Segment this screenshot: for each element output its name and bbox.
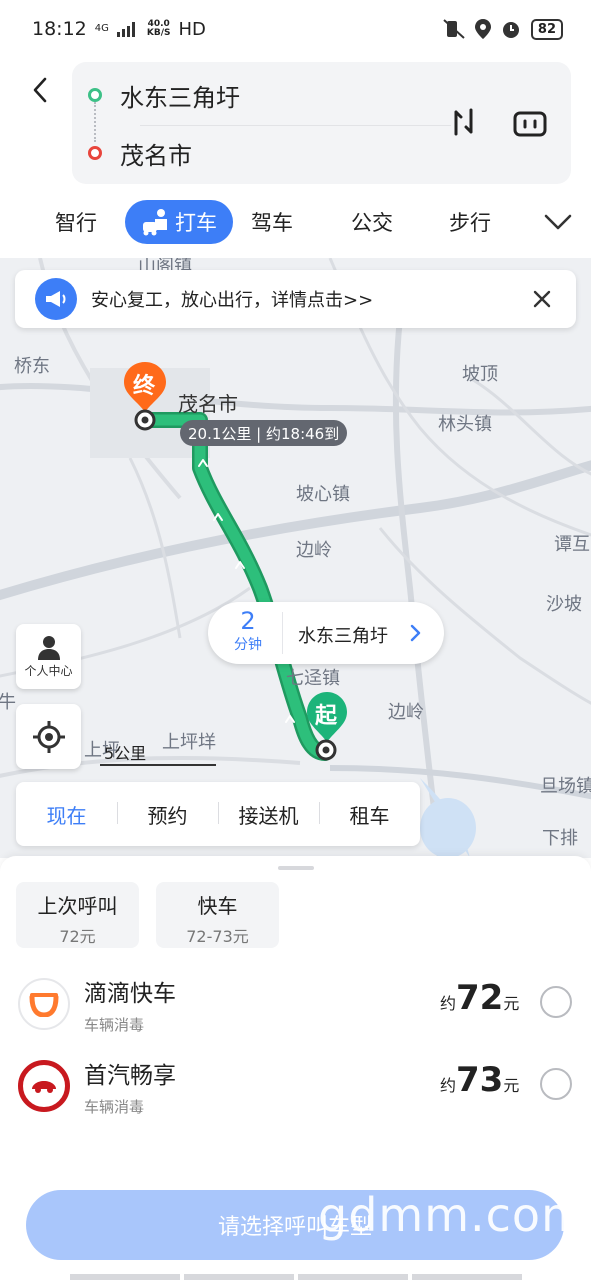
more-modes-button[interactable] xyxy=(534,200,582,244)
express-price: 72-73元 xyxy=(186,927,249,946)
route-card: 水东三角圩 茂名市 xyxy=(72,62,571,184)
map-label-tanhu: 谭互 xyxy=(554,534,590,555)
eta-place: 水东三角圩 xyxy=(298,626,388,647)
car-price: 约73元 xyxy=(440,1060,520,1100)
eta-divider xyxy=(282,612,283,654)
map-label-qijing: 七迳镇 xyxy=(286,668,340,689)
taxi-person-icon xyxy=(143,209,167,236)
notice-text: 安心复工，放心出行，详情点击>> xyxy=(91,290,374,311)
megaphone-icon xyxy=(35,278,77,320)
destination-text: 茂名市 xyxy=(120,141,192,170)
eta-unit: 分钟 xyxy=(234,637,262,653)
chevron-down-icon xyxy=(544,214,572,230)
status-time: 18:12 xyxy=(32,18,87,40)
map-label-danchang: 旦场镇 xyxy=(540,776,591,797)
tab-bus[interactable]: 公交 xyxy=(336,200,408,244)
swap-route-button[interactable] xyxy=(444,102,484,142)
map-label-shapo: 沙坡 xyxy=(546,594,582,615)
origin-text: 水东三角圩 xyxy=(120,83,240,112)
car-name: 滴滴快车 xyxy=(84,981,176,1007)
distance-pill: 20.1公里 | 约18:46到 xyxy=(180,420,348,446)
sheet-handle[interactable] xyxy=(278,866,314,870)
map-label-poding: 坡顶 xyxy=(462,364,498,385)
hd-badge: HD xyxy=(178,18,206,40)
car-tag: 车辆消毒 xyxy=(84,1016,145,1034)
tab-taxi[interactable]: 打车 xyxy=(125,200,233,244)
last-call-card[interactable]: 上次呼叫 72元 xyxy=(16,882,139,948)
close-icon xyxy=(533,290,551,308)
mode-tabs: 智行 打车 驾车 公交 步行 xyxy=(0,196,591,248)
eta-number: 2 xyxy=(240,607,256,635)
eta-bubble[interactable]: 2 分钟 水东三角圩 xyxy=(208,602,444,664)
back-button[interactable] xyxy=(22,70,58,110)
map-label-lintou: 林头镇 xyxy=(438,414,492,435)
car-tag: 车辆消毒 xyxy=(84,1098,145,1116)
destination-field[interactable]: 茂名市 xyxy=(72,124,432,182)
chevron-left-icon xyxy=(33,77,47,103)
net-speed: 40.0 KB/S xyxy=(146,19,171,38)
chevron-right-icon xyxy=(410,624,421,642)
map-label-niu: 牛 xyxy=(0,692,16,713)
select-radio[interactable] xyxy=(540,1068,572,1100)
map-view[interactable]: 山阁镇 桥东 坡顶 林头镇 坡心镇 边岭 谭互 沙坡 七迳镇 边岭 上坪 上坪垟… xyxy=(0,258,591,858)
personal-center-label: 个人中心 xyxy=(24,664,73,678)
car-name: 首汽畅享 xyxy=(84,1063,176,1089)
map-scale: 5公里 xyxy=(100,740,216,766)
tab-rent-car[interactable]: 租车 xyxy=(319,800,420,829)
notice-close-button[interactable] xyxy=(530,287,554,311)
tab-walk[interactable]: 步行 xyxy=(434,200,506,244)
network-type: 4G xyxy=(94,23,109,34)
user-icon xyxy=(37,636,60,660)
personal-center-button[interactable]: 个人中心 xyxy=(16,624,81,689)
car-option-didi[interactable]: 滴滴快车 车辆消毒 约72元 xyxy=(0,968,591,1044)
tab-now[interactable]: 现在 xyxy=(16,800,117,829)
signal-icon xyxy=(116,22,135,37)
express-title: 快车 xyxy=(197,894,238,918)
map-label-poxin: 坡心镇 xyxy=(296,484,350,505)
origin-field[interactable]: 水东三角圩 xyxy=(72,66,432,124)
destination-dot-icon xyxy=(88,146,102,160)
destination-city-label: 茂名市 xyxy=(178,392,238,416)
notice-banner[interactable]: 安心复工，放心出行，详情点击>> xyxy=(15,270,576,328)
status-bar: 18:12 4G 40.0 KB/S HD 82 xyxy=(0,0,591,58)
tab-smart[interactable]: 智行 xyxy=(40,200,112,244)
swap-icon xyxy=(454,108,473,136)
locate-button[interactable] xyxy=(16,704,81,769)
home-indicator xyxy=(70,1274,522,1280)
tab-airport-transfer[interactable]: 接送机 xyxy=(218,800,319,829)
map-label-bianling-south: 边岭 xyxy=(388,702,424,723)
locate-icon xyxy=(32,720,65,753)
select-radio[interactable] xyxy=(540,986,572,1018)
origin-dot-icon xyxy=(88,88,102,102)
ticket-icon xyxy=(513,111,547,137)
tab-reserve[interactable]: 预约 xyxy=(117,800,218,829)
map-label-bianling-north: 边岭 xyxy=(296,540,332,561)
battery-indicator: 82 xyxy=(530,18,563,40)
last-call-title: 上次呼叫 xyxy=(37,894,118,918)
alarm-icon xyxy=(502,22,519,38)
map-label-xiapai: 下排 xyxy=(542,828,578,849)
end-pin[interactable]: 终 xyxy=(122,360,168,438)
shouqi-logo-icon xyxy=(18,1060,70,1112)
time-tabs: 现在 预约 接送机 租车 xyxy=(16,782,420,846)
location-icon xyxy=(474,19,491,39)
express-card[interactable]: 快车 72-73元 xyxy=(156,882,279,948)
watermark-text: gdmm.com xyxy=(318,1188,587,1242)
car-option-shouqi[interactable]: 首汽畅享 车辆消毒 约73元 xyxy=(0,1050,591,1126)
eta-minutes: 2 分钟 xyxy=(216,608,280,654)
start-pin-label: 起 xyxy=(315,704,338,729)
start-pin[interactable]: 起 xyxy=(305,690,349,768)
tab-drive[interactable]: 驾车 xyxy=(236,200,308,244)
tab-taxi-label: 打车 xyxy=(175,211,217,235)
car-price: 约72元 xyxy=(440,978,520,1018)
add-stop-button[interactable] xyxy=(510,104,550,144)
didi-logo-icon xyxy=(18,978,70,1030)
map-label-qiaodong: 桥东 xyxy=(14,356,50,377)
mute-icon xyxy=(443,19,465,39)
end-pin-label: 终 xyxy=(133,374,156,399)
last-call-price: 72元 xyxy=(59,927,96,946)
